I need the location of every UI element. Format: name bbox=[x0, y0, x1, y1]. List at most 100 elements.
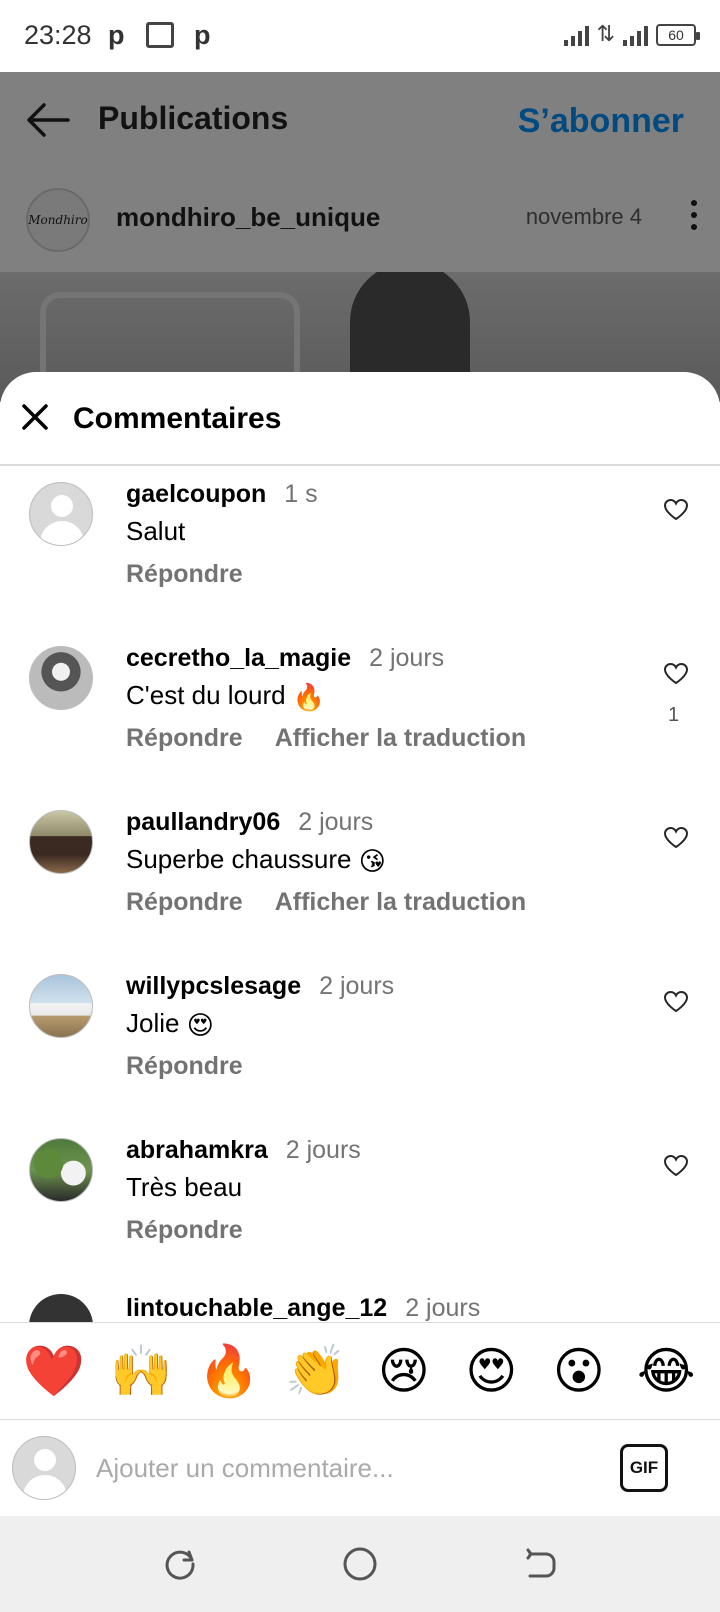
avatar[interactable] bbox=[29, 482, 93, 546]
comment-username-row: willypcslesage 2 jours bbox=[126, 972, 394, 1001]
recent-apps-icon[interactable] bbox=[162, 1546, 198, 1582]
reaction-surprised[interactable]: 😮 bbox=[544, 1341, 614, 1401]
app-p-icon: p bbox=[108, 20, 125, 50]
comment-actions: Répondre Afficher la traduction bbox=[126, 724, 526, 753]
comment-text: Superbe chaussure 😘 bbox=[126, 844, 386, 877]
comment-composer: GIF bbox=[0, 1420, 720, 1516]
reaction-heart-eyes[interactable]: 😍 bbox=[456, 1341, 526, 1401]
battery-icon: 60 bbox=[656, 24, 700, 46]
heart-outline-icon[interactable] bbox=[663, 990, 689, 1014]
page-title: Publications bbox=[98, 100, 289, 136]
avatar-logo: Mondhiro bbox=[28, 213, 88, 227]
heart-outline-icon[interactable] bbox=[663, 826, 689, 850]
comment-text-body: Salut bbox=[126, 516, 186, 546]
comment-actions: Répondre bbox=[126, 1216, 243, 1245]
comment-text: Très beau bbox=[126, 1172, 242, 1203]
comment-item: abrahamkra 2 jours Très beau Répondre bbox=[0, 1124, 720, 1288]
comment-username[interactable]: gaelcoupon bbox=[126, 480, 266, 508]
reaction-sad[interactable]: 😢 bbox=[369, 1341, 439, 1401]
comment-username-row: abrahamkra 2 jours bbox=[126, 1136, 361, 1165]
post-author-username[interactable]: mondhiro_be_unique bbox=[116, 202, 380, 233]
gallery-notification-icon bbox=[146, 22, 174, 48]
reply-button[interactable]: Répondre bbox=[126, 888, 243, 916]
comment-username-row: lintouchable_ange_12 2 jours bbox=[126, 1294, 480, 1323]
data-transfer-icon: ⇅ bbox=[596, 21, 615, 46]
comment-item: willypcslesage 2 jours Jolie 😍 Répondre bbox=[0, 960, 720, 1124]
comment-item: cecretho_la_magie 2 jours C'est du lourd … bbox=[0, 632, 720, 796]
signal-hplus-icon bbox=[623, 22, 648, 46]
signal-icon bbox=[563, 22, 589, 46]
app-p-icon: p bbox=[194, 20, 211, 50]
comment-username[interactable]: abrahamkra bbox=[126, 1136, 268, 1164]
gif-button[interactable]: GIF bbox=[620, 1444, 668, 1492]
comment-text-body: C'est du lourd bbox=[126, 680, 286, 710]
comment-item-partial: lintouchable_ange_12 2 jours bbox=[0, 1276, 720, 1328]
comment-username-row: gaelcoupon 1 s bbox=[126, 480, 318, 509]
comment-username[interactable]: paullandry06 bbox=[126, 808, 280, 836]
comment-time: 2 jours bbox=[369, 644, 445, 672]
heart-outline-icon[interactable] bbox=[663, 662, 689, 686]
avatar[interactable] bbox=[29, 1138, 93, 1202]
comment-text-body: Très beau bbox=[126, 1172, 243, 1202]
reaction-fire[interactable]: 🔥 bbox=[194, 1341, 264, 1401]
status-bar: 23:28 p p ⇅ 60 bbox=[0, 0, 720, 72]
reaction-clap[interactable]: 👏 bbox=[281, 1341, 351, 1401]
sheet-title: Commentaires bbox=[73, 402, 282, 435]
heart-outline-icon[interactable] bbox=[663, 498, 689, 522]
kiss-emoji: 😘 bbox=[358, 845, 386, 876]
comment-username[interactable]: lintouchable_ange_12 bbox=[126, 1294, 387, 1322]
avatar[interactable] bbox=[29, 974, 93, 1038]
comment-time: 2 jours bbox=[298, 808, 374, 836]
comment-text: Salut bbox=[126, 516, 185, 547]
arrow-left-icon[interactable] bbox=[24, 100, 72, 140]
comment-text: Jolie 😍 bbox=[126, 1008, 214, 1041]
reply-button[interactable]: Répondre bbox=[126, 1052, 243, 1080]
like-count[interactable]: 1 bbox=[668, 704, 679, 727]
comment-item: paullandry06 2 jours Superbe chaussure 😘 … bbox=[0, 796, 720, 960]
show-translation-button[interactable]: Afficher la traduction bbox=[275, 724, 526, 752]
comment-time: 1 s bbox=[284, 480, 318, 508]
comment-username[interactable]: willypcslesage bbox=[126, 972, 301, 1000]
reaction-raised-hands[interactable]: 🙌 bbox=[106, 1341, 176, 1401]
comment-actions: Répondre bbox=[126, 560, 243, 589]
close-icon[interactable] bbox=[20, 402, 50, 432]
comment-actions: Répondre Afficher la traduction bbox=[126, 888, 526, 917]
comment-text-body: Jolie bbox=[126, 1008, 180, 1038]
show-translation-button[interactable]: Afficher la traduction bbox=[275, 888, 526, 916]
fire-emoji: 🔥 bbox=[292, 681, 326, 712]
quick-reactions-bar: ❤️ 🙌 🔥 👏 😢 😍 😮 😂 bbox=[0, 1322, 720, 1420]
status-time: 23:28 bbox=[24, 20, 92, 50]
post-author-avatar[interactable]: Mondhiro bbox=[26, 188, 90, 252]
reaction-laughing[interactable]: 😂 bbox=[631, 1341, 701, 1401]
heart-outline-icon[interactable] bbox=[663, 1154, 689, 1178]
avatar[interactable] bbox=[29, 810, 93, 874]
post-date: novembre 4 bbox=[525, 204, 642, 229]
more-vertical-icon[interactable] bbox=[690, 200, 698, 234]
sheet-header: Commentaires bbox=[0, 372, 720, 466]
comment-time: 2 jours bbox=[405, 1294, 481, 1322]
home-icon[interactable] bbox=[342, 1546, 378, 1582]
comment-item: gaelcoupon 1 s Salut Répondre bbox=[0, 468, 720, 632]
comment-username-row: paullandry06 2 jours bbox=[126, 808, 373, 837]
reply-button[interactable]: Répondre bbox=[126, 560, 243, 588]
comment-time: 2 jours bbox=[285, 1136, 361, 1164]
heart-eyes-emoji: 😍 bbox=[186, 1009, 214, 1040]
comment-time: 2 jours bbox=[319, 972, 395, 1000]
comment-actions: Répondre bbox=[126, 1052, 243, 1081]
comment-username[interactable]: cecretho_la_magie bbox=[126, 644, 351, 672]
follow-button[interactable]: S’abonner bbox=[518, 102, 684, 141]
comment-text: C'est du lourd 🔥 bbox=[126, 680, 325, 713]
status-icons: ⇅ 60 bbox=[563, 21, 700, 46]
comments-list: gaelcoupon 1 s Salut Répondre cecretho_la… bbox=[0, 468, 720, 1328]
system-navigation-bar bbox=[0, 1516, 720, 1612]
post-background: Publications S’abonner Mondhiro mondhiro… bbox=[0, 72, 720, 402]
current-user-avatar bbox=[12, 1436, 76, 1500]
comment-input[interactable] bbox=[96, 1446, 576, 1490]
avatar[interactable] bbox=[29, 646, 93, 710]
reply-button[interactable]: Répondre bbox=[126, 1216, 243, 1244]
reaction-heart[interactable]: ❤️ bbox=[19, 1341, 89, 1401]
reply-button[interactable]: Répondre bbox=[126, 724, 243, 752]
comment-text-body: Superbe chaussure bbox=[126, 844, 352, 874]
back-nav-icon[interactable] bbox=[522, 1546, 558, 1582]
comment-username-row: cecretho_la_magie 2 jours bbox=[126, 644, 444, 673]
